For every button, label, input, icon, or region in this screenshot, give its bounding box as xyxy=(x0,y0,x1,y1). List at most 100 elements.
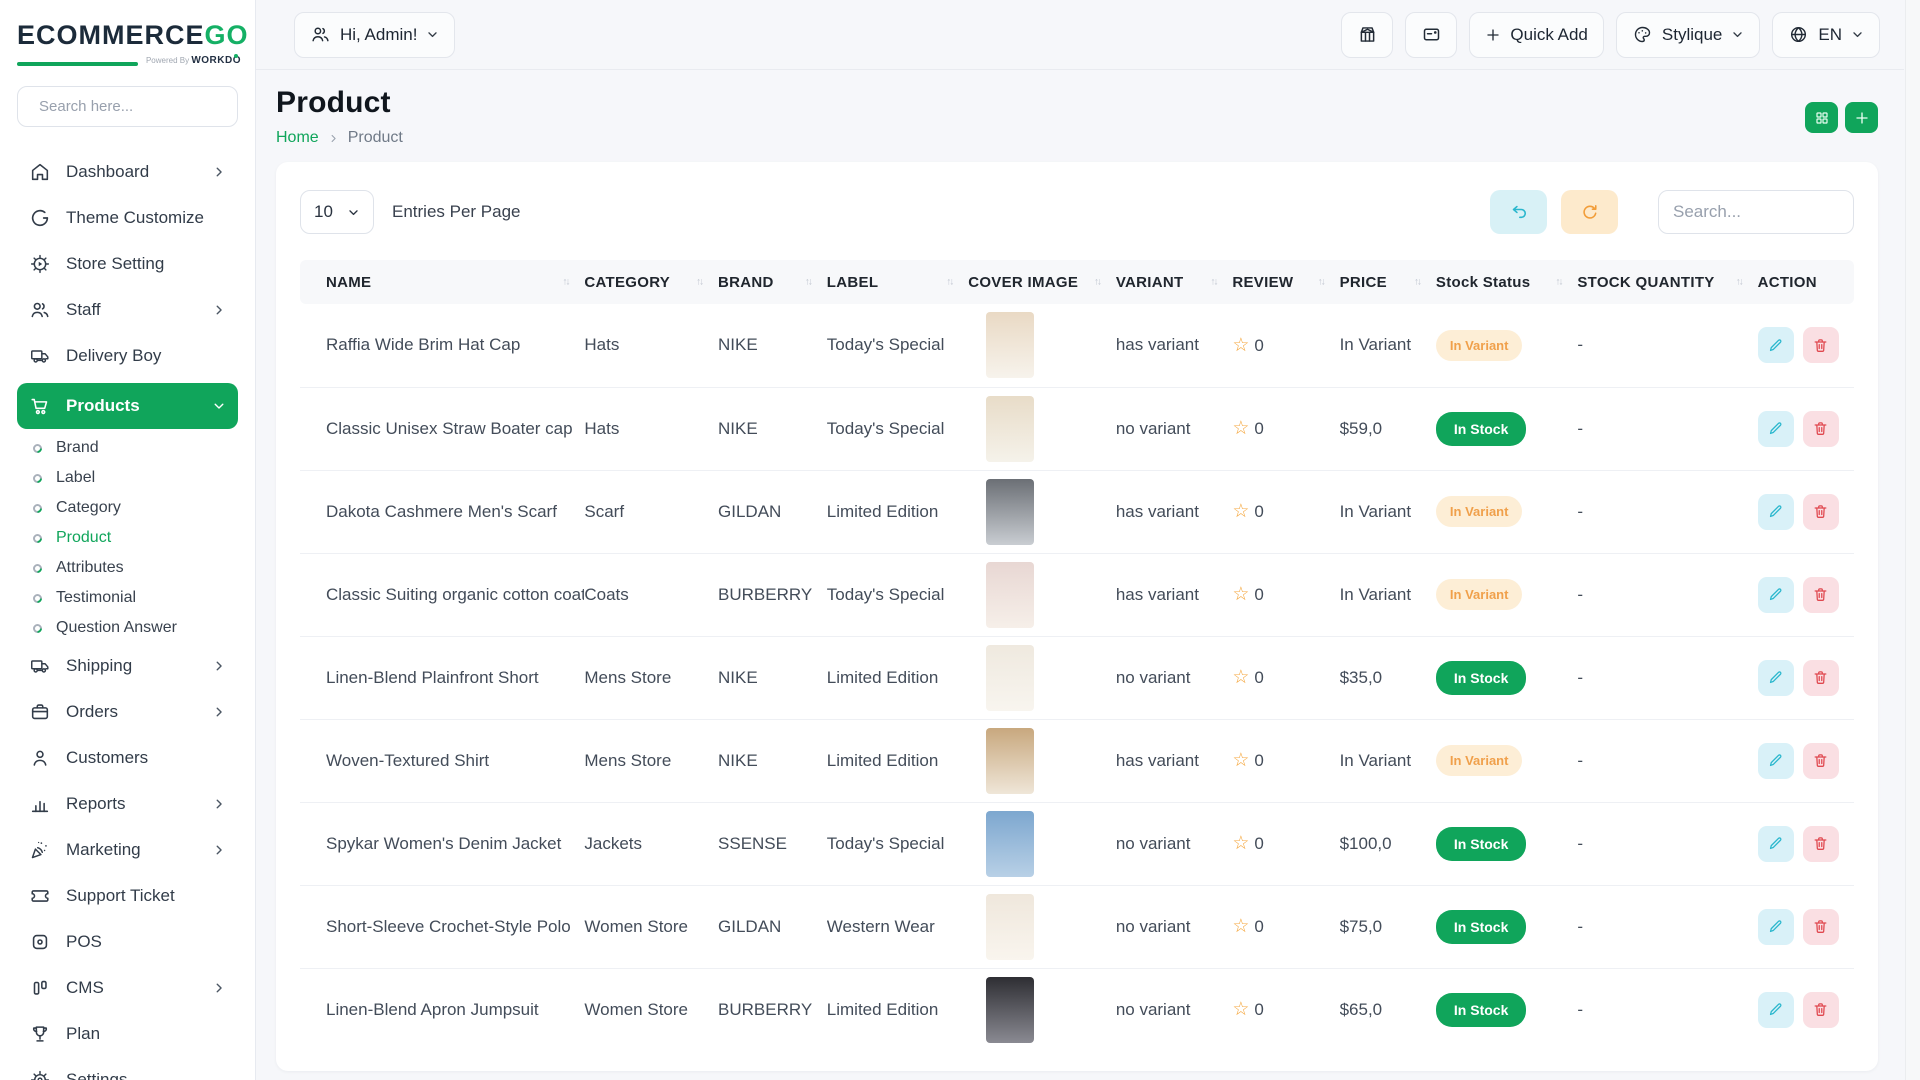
delete-button[interactable] xyxy=(1803,992,1839,1028)
delete-button[interactable] xyxy=(1803,826,1839,862)
column-header-action: ACTION xyxy=(1758,260,1854,304)
column-header-name[interactable]: NAME↑↓ xyxy=(300,260,584,304)
pos-terminal-icon xyxy=(29,931,51,953)
store-switcher-button[interactable]: Stylique xyxy=(1616,12,1760,58)
delete-button[interactable] xyxy=(1803,660,1839,696)
undo-button[interactable] xyxy=(1490,190,1547,234)
delete-button[interactable] xyxy=(1803,743,1839,779)
column-header-variant[interactable]: VARIANT↑↓ xyxy=(1116,260,1233,304)
add-product-button[interactable] xyxy=(1845,102,1878,133)
cell-price: $65,0 xyxy=(1340,968,1436,1051)
briefcase-icon xyxy=(29,701,51,723)
column-header-category[interactable]: CATEGORY↑↓ xyxy=(584,260,718,304)
edit-button[interactable] xyxy=(1758,577,1794,613)
sort-icon: ↑↓ xyxy=(696,277,702,288)
sidebar: ECOMMERCEGO Powered By WORKDO DashboardT… xyxy=(0,0,256,1080)
home-icon xyxy=(29,161,51,183)
sidebar-item-support-ticket[interactable]: Support Ticket xyxy=(17,873,238,919)
column-header-cover-image[interactable]: COVER IMAGE↑↓ xyxy=(968,260,1116,304)
column-header-label[interactable]: LABEL↑↓ xyxy=(827,260,968,304)
edit-button[interactable] xyxy=(1758,660,1794,696)
storefront-icon xyxy=(1357,24,1378,45)
sidebar-item-products[interactable]: Products xyxy=(17,383,238,429)
cell-action xyxy=(1758,387,1854,470)
sidebar-item-shipping[interactable]: Shipping xyxy=(17,643,238,689)
delete-button[interactable] xyxy=(1803,909,1839,945)
cell-review: ☆0 xyxy=(1232,968,1339,1051)
delete-button[interactable] xyxy=(1803,327,1839,363)
delete-button[interactable] xyxy=(1803,577,1839,613)
entries-per-page-select[interactable]: 10 xyxy=(300,190,374,234)
column-header-stock-quantity[interactable]: STOCK QUANTITY↑↓ xyxy=(1577,260,1757,304)
sidebar-item-store-setting[interactable]: Store Setting xyxy=(17,241,238,287)
logo-underline xyxy=(17,62,138,66)
product-row: Woven-Textured ShirtMens StoreNIKELimite… xyxy=(300,719,1854,802)
column-header-stock-status[interactable]: Stock Status↑↓ xyxy=(1436,260,1577,304)
cell-name: Woven-Textured Shirt xyxy=(300,719,584,802)
pencil-icon xyxy=(1767,752,1784,769)
user-menu-button[interactable]: Hi, Admin! xyxy=(294,12,455,58)
cell-price: In Variant xyxy=(1340,553,1436,636)
sidebar-subitem-question-answer[interactable]: Question Answer xyxy=(17,613,238,643)
edit-button[interactable] xyxy=(1758,743,1794,779)
sidebar-item-dashboard[interactable]: Dashboard xyxy=(17,149,238,195)
refresh-button[interactable] xyxy=(1561,190,1618,234)
sidebar-subitem-attributes[interactable]: Attributes xyxy=(17,553,238,583)
sidebar-subitem-testimonial[interactable]: Testimonial xyxy=(17,583,238,613)
sidebar-item-marketing[interactable]: Marketing xyxy=(17,827,238,873)
table-search-input[interactable] xyxy=(1658,190,1854,234)
sidebar-subitem-label[interactable]: Label xyxy=(17,463,238,493)
sidebar-item-delivery-boy[interactable]: Delivery Boy xyxy=(17,333,238,379)
sidebar-item-orders[interactable]: Orders xyxy=(17,689,238,735)
sidebar-subitem-brand[interactable]: Brand xyxy=(17,433,238,463)
sidebar-item-pos[interactable]: POS xyxy=(17,919,238,965)
cell-category: Mens Store xyxy=(584,719,718,802)
edit-button[interactable] xyxy=(1758,494,1794,530)
sidebar-subitem-product[interactable]: Product xyxy=(17,523,238,553)
star-icon: ☆ xyxy=(1232,584,1249,605)
pencil-icon xyxy=(1767,586,1784,603)
edit-button[interactable] xyxy=(1758,826,1794,862)
sidebar-item-plan[interactable]: Plan xyxy=(17,1011,238,1057)
storefront-button[interactable] xyxy=(1341,12,1393,58)
edit-button[interactable] xyxy=(1758,327,1794,363)
cell-review: ☆0 xyxy=(1232,802,1339,885)
sidebar-item-customers[interactable]: Customers xyxy=(17,735,238,781)
sidebar-item-theme-customize[interactable]: Theme Customize xyxy=(17,195,238,241)
stock-status-badge: In Stock xyxy=(1436,993,1526,1027)
card-button[interactable] xyxy=(1405,12,1457,58)
breadcrumb-home-link[interactable]: Home xyxy=(276,129,319,147)
sidebar-subitem-category[interactable]: Category xyxy=(17,493,238,523)
cell-stock-status: In Variant xyxy=(1436,719,1577,802)
edit-button[interactable] xyxy=(1758,909,1794,945)
star-icon: ☆ xyxy=(1232,501,1249,522)
column-header-review[interactable]: REVIEW↑↓ xyxy=(1232,260,1339,304)
cell-stock-status: In Stock xyxy=(1436,968,1577,1051)
cell-variant: no variant xyxy=(1116,636,1233,719)
cell-action xyxy=(1758,968,1854,1051)
sidebar-item-cms[interactable]: CMS xyxy=(17,965,238,1011)
cell-review: ☆0 xyxy=(1232,719,1339,802)
quick-add-button[interactable]: Quick Add xyxy=(1469,12,1604,58)
sidebar-item-staff[interactable]: Staff xyxy=(17,287,238,333)
edit-button[interactable] xyxy=(1758,411,1794,447)
delete-button[interactable] xyxy=(1803,411,1839,447)
sidebar-item-settings[interactable]: Settings xyxy=(17,1057,238,1080)
cell-action xyxy=(1758,719,1854,802)
sidebar-item-reports[interactable]: Reports xyxy=(17,781,238,827)
column-header-price[interactable]: PRICE↑↓ xyxy=(1340,260,1436,304)
app-logo[interactable]: ECOMMERCEGO Powered By WORKDO xyxy=(17,20,238,66)
sidebar-search-input[interactable] xyxy=(39,98,238,115)
edit-button[interactable] xyxy=(1758,992,1794,1028)
cell-name: Dakota Cashmere Men's Scarf xyxy=(300,470,584,553)
grid-view-button[interactable] xyxy=(1805,102,1838,133)
delete-button[interactable] xyxy=(1803,494,1839,530)
product-cover-image xyxy=(986,645,1034,711)
cell-stock-status: In Stock xyxy=(1436,802,1577,885)
column-header-brand[interactable]: BRAND↑↓ xyxy=(718,260,827,304)
page-scrollbar[interactable] xyxy=(1905,0,1920,1080)
ticket-icon xyxy=(29,885,51,907)
language-selector-button[interactable]: EN xyxy=(1772,12,1880,58)
star-icon: ☆ xyxy=(1232,999,1249,1020)
party-popper-icon xyxy=(29,839,51,861)
